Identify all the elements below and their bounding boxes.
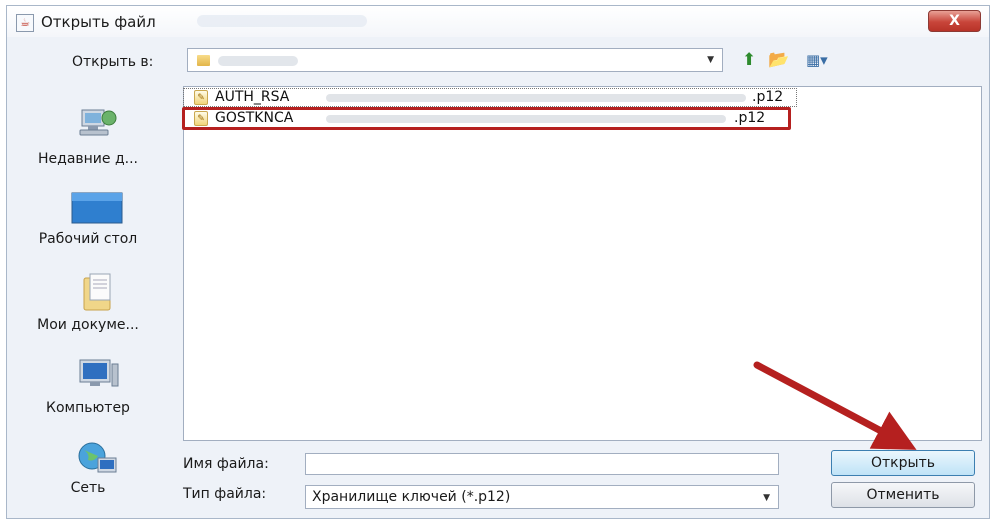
filetype-select[interactable]: Хранилище ключей (*.p12) ▼ bbox=[305, 485, 779, 509]
place-label-desktop: Рабочий стол bbox=[38, 231, 138, 247]
network-icon bbox=[78, 442, 117, 473]
chevron-down-icon: ▼ bbox=[707, 55, 714, 65]
place-network[interactable]: Сеть bbox=[28, 440, 168, 510]
place-label-recent: Недавние д... bbox=[38, 151, 138, 167]
look-in-label: Открыть в: bbox=[72, 54, 154, 70]
java-app-icon: ☕ bbox=[16, 14, 34, 32]
filename-input[interactable] bbox=[305, 453, 779, 475]
up-folder-icon[interactable]: ⬆ bbox=[742, 50, 756, 70]
folder-icon bbox=[197, 55, 210, 66]
place-label-my-documents: Мои докуме... bbox=[37, 317, 139, 333]
computer-icon bbox=[79, 359, 119, 387]
view-menu-icon[interactable]: ▦▾ bbox=[806, 50, 828, 70]
chevron-down-icon: ▼ bbox=[763, 493, 770, 503]
place-my-documents[interactable]: Мои докуме... bbox=[28, 272, 168, 342]
place-label-network: Сеть bbox=[70, 480, 106, 496]
certificate-file-icon: ✎ bbox=[194, 90, 208, 105]
blurred-title-text bbox=[197, 15, 367, 27]
blurred-folder-name bbox=[218, 56, 298, 66]
filetype-value: Хранилище ключей (*.p12) bbox=[312, 489, 511, 505]
cancel-button[interactable]: Отменить bbox=[831, 482, 975, 508]
file-name: AUTH_RSA bbox=[215, 89, 290, 105]
file-item-auth-rsa[interactable]: ✎ AUTH_RSA .p12 bbox=[194, 89, 794, 107]
place-desktop[interactable]: Рабочий стол bbox=[28, 191, 168, 261]
close-button[interactable]: X bbox=[928, 10, 981, 32]
place-computer[interactable]: Компьютер bbox=[28, 358, 168, 428]
place-recent[interactable]: Недавние д... bbox=[28, 106, 168, 176]
filetype-label: Тип файла: bbox=[183, 486, 267, 502]
file-list[interactable] bbox=[183, 86, 982, 441]
open-button[interactable]: Открыть bbox=[831, 450, 975, 476]
title-bar[interactable]: ☕ Открыть файл X bbox=[7, 6, 989, 37]
recent-documents-icon bbox=[79, 109, 117, 136]
desktop-icon bbox=[71, 192, 123, 224]
look-in-combo[interactable]: ▼ bbox=[187, 48, 723, 72]
new-folder-icon[interactable]: 📂 bbox=[768, 50, 789, 70]
blurred-filename-part bbox=[326, 94, 746, 102]
highlight-box bbox=[182, 107, 791, 130]
my-documents-icon bbox=[83, 273, 111, 311]
place-label-computer: Компьютер bbox=[46, 400, 130, 416]
file-extension: .p12 bbox=[752, 89, 784, 105]
filename-label: Имя файла: bbox=[183, 456, 269, 472]
window-title: Открыть файл bbox=[41, 13, 156, 31]
